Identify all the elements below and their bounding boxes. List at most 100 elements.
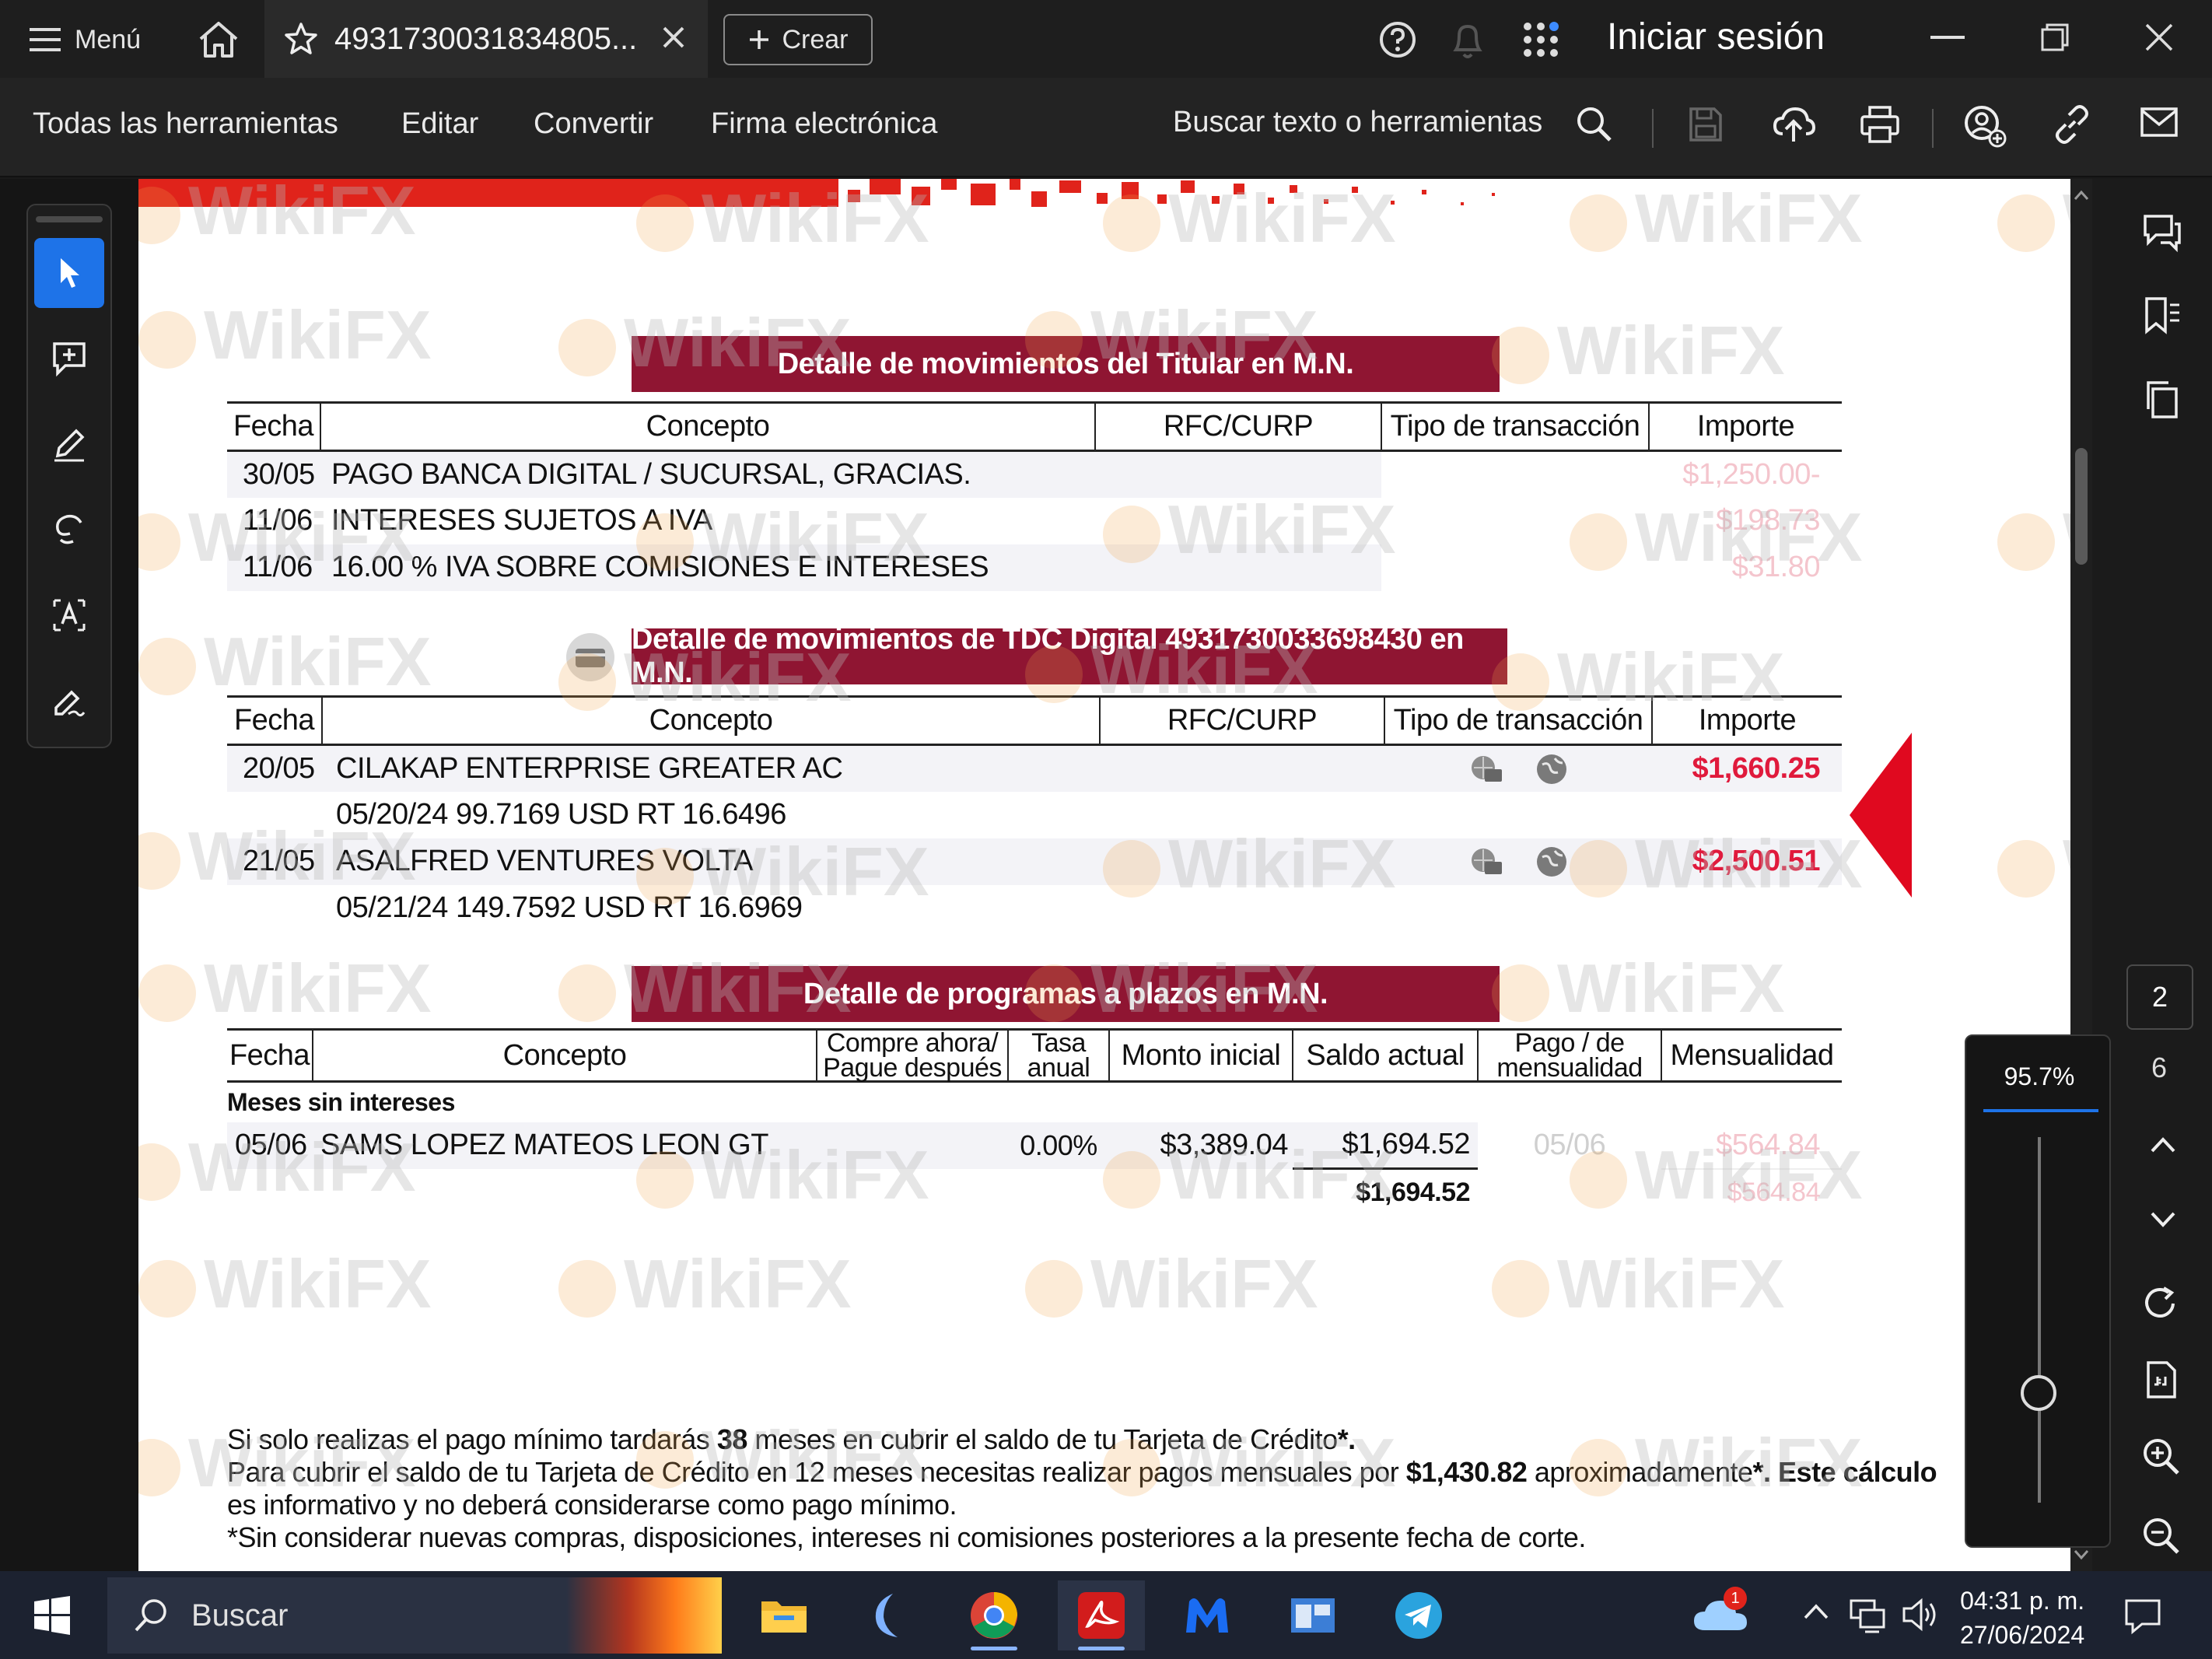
taskbar-search-box[interactable]: Buscar [107, 1577, 722, 1654]
footer-line: *Sin considerar nuevas compras, disposic… [227, 1521, 1586, 1553]
col-mensualidad: Mensualidad [1661, 1028, 1842, 1083]
all-tools-menu[interactable]: Todas las herramientas [33, 107, 338, 141]
taskbar-search-placeholder: Buscar [191, 1598, 289, 1633]
star-icon[interactable] [283, 21, 319, 57]
share-user-icon[interactable] [1963, 104, 2007, 148]
table-row-detail: 05/20/24 99.7169 USD RT 16.6496 [227, 792, 1842, 838]
menu-button[interactable]: Menú [30, 19, 141, 61]
edit-menu[interactable]: Editar [401, 107, 478, 141]
convert-menu[interactable]: Convertir [534, 107, 653, 141]
search-tools-input[interactable]: Buscar texto o herramientas [1173, 106, 1542, 139]
row-concepto: INTERESES SUJETOS A IVA [331, 504, 712, 537]
fit-page-icon[interactable] [2140, 1360, 2181, 1400]
telegram-app[interactable] [1375, 1580, 1462, 1650]
malwarebytes-app[interactable] [1164, 1580, 1251, 1650]
footer-line: Si solo realizas el pago mínimo tardarás… [227, 1423, 2016, 1456]
link-icon[interactable] [2052, 104, 2092, 145]
pdf-page[interactable]: Detalle de movimientos del Titular en M.… [138, 179, 2070, 1571]
search-icon [135, 1599, 166, 1632]
moon-app[interactable] [845, 1580, 932, 1650]
totals-empty [227, 1169, 313, 1216]
create-button[interactable]: Crear [723, 14, 873, 65]
row-tipo [1384, 838, 1652, 885]
scroll-down-icon[interactable] [2074, 1549, 2089, 1560]
comments-icon[interactable] [2140, 210, 2184, 254]
tray-chevron-up-icon[interactable] [1803, 1602, 1829, 1621]
rotate-icon[interactable] [2140, 1283, 2181, 1324]
watermark-logo [558, 1260, 616, 1318]
chrome-app[interactable] [950, 1580, 1038, 1650]
save-icon[interactable] [1686, 104, 1725, 145]
row-rfc [1100, 744, 1384, 792]
zoom-out-icon[interactable] [2140, 1515, 2181, 1556]
row-concepto: 16.00 % IVA SOBRE COMISIONES E INTERESES [320, 544, 1095, 591]
network-icon[interactable] [1848, 1594, 1888, 1635]
row-fecha: 11/06 [243, 504, 313, 537]
row-compre-ahora [817, 1122, 1008, 1169]
close-window-icon[interactable] [2142, 20, 2176, 54]
acrobat-app[interactable] [1058, 1580, 1145, 1650]
window-app[interactable] [1269, 1580, 1356, 1650]
text-select-tool[interactable] [34, 580, 104, 650]
windows-start-icon[interactable] [33, 1596, 72, 1635]
weather-widget[interactable]: 1 [1692, 1587, 1748, 1635]
zoom-value-input[interactable]: 95.7% [1982, 1062, 2097, 1091]
volume-icon[interactable] [1901, 1594, 1941, 1635]
mail-icon[interactable] [2139, 104, 2179, 142]
search-icon[interactable] [1574, 104, 1615, 145]
table-row: 30/05 PAGO BANCA DIGITAL / SUCURSAL, GRA… [227, 450, 1842, 498]
print-icon[interactable] [1859, 104, 1901, 145]
esign-menu[interactable]: Firma electrónica [711, 107, 937, 141]
highlight-tool[interactable] [34, 409, 104, 479]
apps-grid-icon[interactable] [1521, 20, 1560, 59]
row-rfc [1100, 885, 1384, 932]
add-comment-tool[interactable] [34, 324, 104, 394]
bookmark-icon[interactable] [2140, 294, 2184, 338]
footer-line: es informativo y no deberá considerarse … [227, 1489, 957, 1521]
zoom-slider-knob[interactable] [2021, 1375, 2056, 1411]
bell-icon[interactable] [1448, 19, 1487, 61]
minimize-icon[interactable] [1930, 36, 1965, 39]
watermark-logo [138, 1260, 196, 1318]
watermark-text: WikiFX [204, 1245, 432, 1322]
row-fecha: 21/05 [227, 838, 322, 885]
panel-grip[interactable] [36, 216, 103, 222]
row-fecha: 30/05 [227, 450, 320, 498]
scroll-up-icon[interactable] [2074, 190, 2089, 201]
chevron-down-icon[interactable] [2150, 1210, 2176, 1229]
window-app-icon [1291, 1598, 1335, 1633]
watermark-text: WikiFX [624, 1245, 852, 1322]
pages-copy-icon[interactable] [2140, 378, 2184, 422]
notifications-icon[interactable] [2123, 1596, 2162, 1635]
zoom-in-icon[interactable] [2140, 1436, 2181, 1476]
file-explorer-app[interactable] [740, 1580, 828, 1650]
upload-cloud-icon[interactable] [1772, 104, 1815, 145]
header-red-strip [138, 179, 838, 207]
restore-window-icon[interactable] [2039, 22, 2070, 53]
total-saldo: $1,694.52 [1293, 1167, 1478, 1216]
draw-tool[interactable] [34, 495, 104, 565]
zoom-slider-panel: 95.7% [1965, 1034, 2111, 1548]
zoom-slider-track[interactable] [2038, 1137, 2041, 1503]
help-icon[interactable] [1378, 20, 1417, 59]
select-tool[interactable] [34, 238, 104, 308]
weather-badge: 1 [1724, 1587, 1747, 1610]
sign-in-link[interactable]: Iniciar sesión [1607, 16, 1825, 58]
document-tab[interactable]: 4931730031834805... [264, 0, 708, 78]
totals-row: $1,694.52 $564.84 [227, 1167, 1842, 1216]
chevron-up-icon[interactable] [2150, 1136, 2176, 1154]
hamburger-icon [30, 28, 61, 51]
tray-clock[interactable]: 04:31 p. m. 27/06/2024 [1960, 1584, 2084, 1652]
home-button[interactable] [196, 19, 241, 61]
watermark-text: WikiFX [1557, 1245, 1785, 1322]
create-label: Crear [782, 24, 849, 54]
sign-tool[interactable] [34, 666, 104, 736]
row-importe [1652, 792, 1842, 838]
current-page-input[interactable]: 2 [2126, 964, 2193, 1030]
cursor-icon [61, 258, 79, 288]
table-row: 05/06 SAMS LOPEZ MATEOS LEON GT 0.00% $3… [227, 1122, 1842, 1169]
col-compre-ahora: Compre ahora/ Pague después [816, 1028, 1008, 1083]
close-tab-icon[interactable] [658, 22, 689, 53]
row-fecha: 05/06 [227, 1122, 313, 1169]
scroll-thumb[interactable] [2075, 448, 2088, 565]
